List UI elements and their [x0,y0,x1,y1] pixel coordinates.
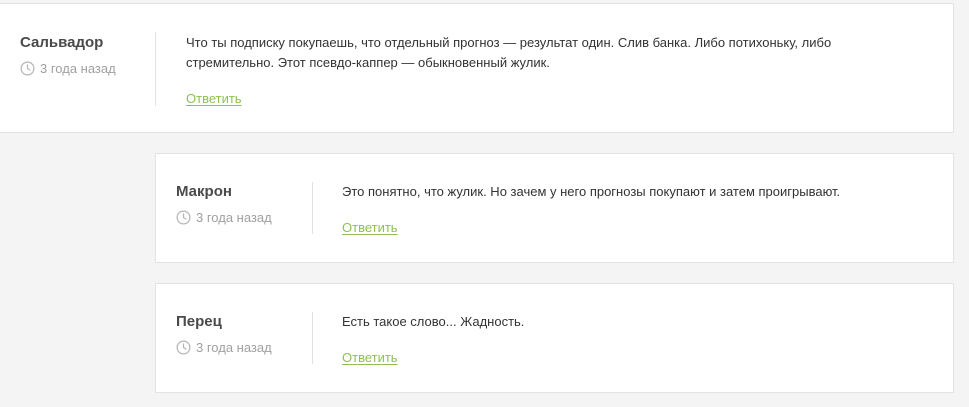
comment-divider [312,312,313,364]
comment-card: Сальвадор 3 года назад Что ты подписку п… [0,3,954,133]
reply-link[interactable]: Ответить [342,350,398,365]
comment-meta: 3 года назад [176,210,272,225]
comment-card: Перец 3 года назад Есть такое слово... Ж… [155,283,954,393]
comment-time: 3 года назад [40,61,116,76]
comment-author: Сальвадор [20,34,104,51]
comment-card: Макрон 3 года назад Это понятно, что жул… [155,153,954,263]
clock-icon [176,340,191,355]
comment-divider [155,32,156,106]
comment-divider [312,182,313,234]
comment-meta: 3 года назад [20,61,116,76]
comment-time: 3 года назад [196,210,272,225]
clock-icon [20,61,35,76]
comment-author: Макрон [176,183,232,200]
reply-link[interactable]: Ответить [342,220,398,235]
reply-link[interactable]: Ответить [186,91,242,106]
comment-time: 3 года назад [196,340,272,355]
comment-meta: 3 года назад [176,340,272,355]
comment-author: Перец [176,313,222,330]
comment-text: Это понятно, что жулик. Но зачем у него … [342,184,841,199]
comment-text: Есть такое слово... Жадность. [342,314,525,329]
comment-text: Что ты подписку покупаешь, что отдельный… [186,35,832,70]
clock-icon [176,210,191,225]
